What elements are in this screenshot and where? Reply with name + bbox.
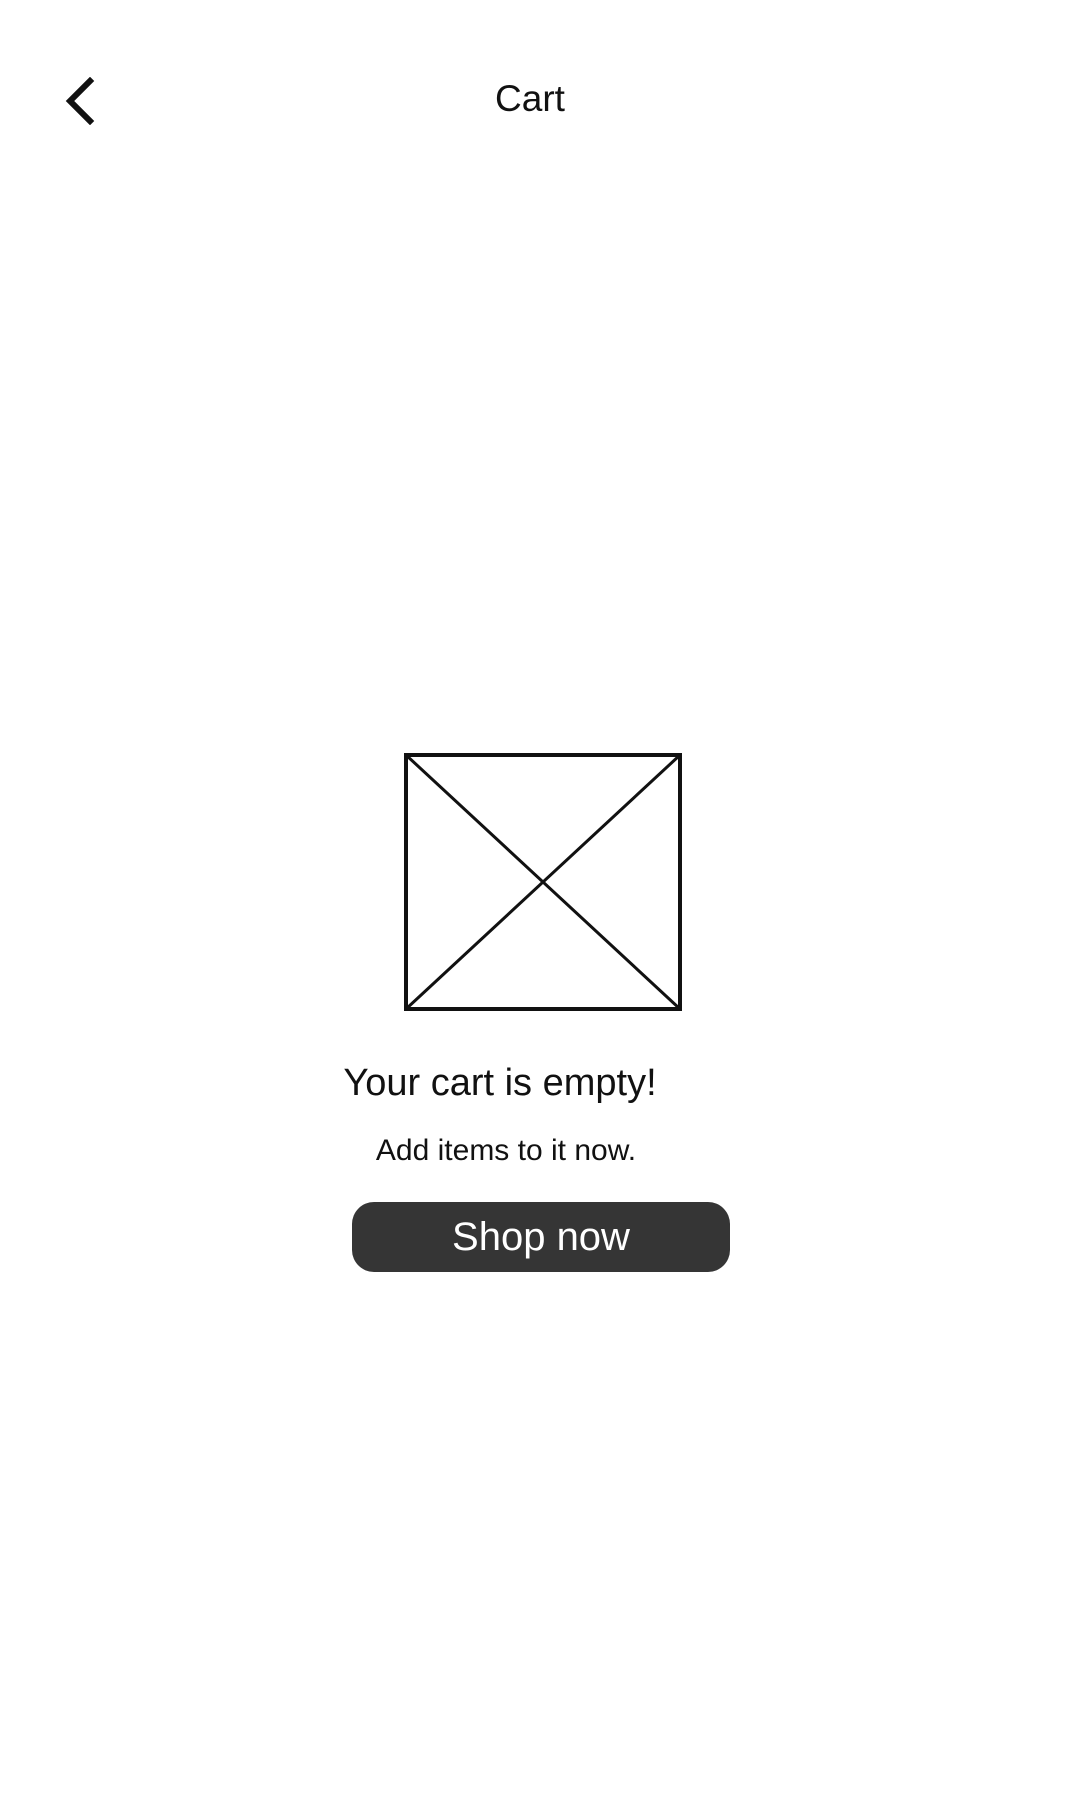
image-placeholder-icon [404,753,682,1011]
empty-cart-title: Your cart is empty! [343,1062,657,1104]
cart-screen: Cart Your cart is empty! Add items to it… [0,0,1080,1800]
shop-now-button[interactable]: Shop now [352,1202,730,1272]
empty-cart-subtitle: Add items to it now. [375,1134,637,1167]
empty-cart-state: Your cart is empty! Add items to it now.… [0,0,1080,1800]
